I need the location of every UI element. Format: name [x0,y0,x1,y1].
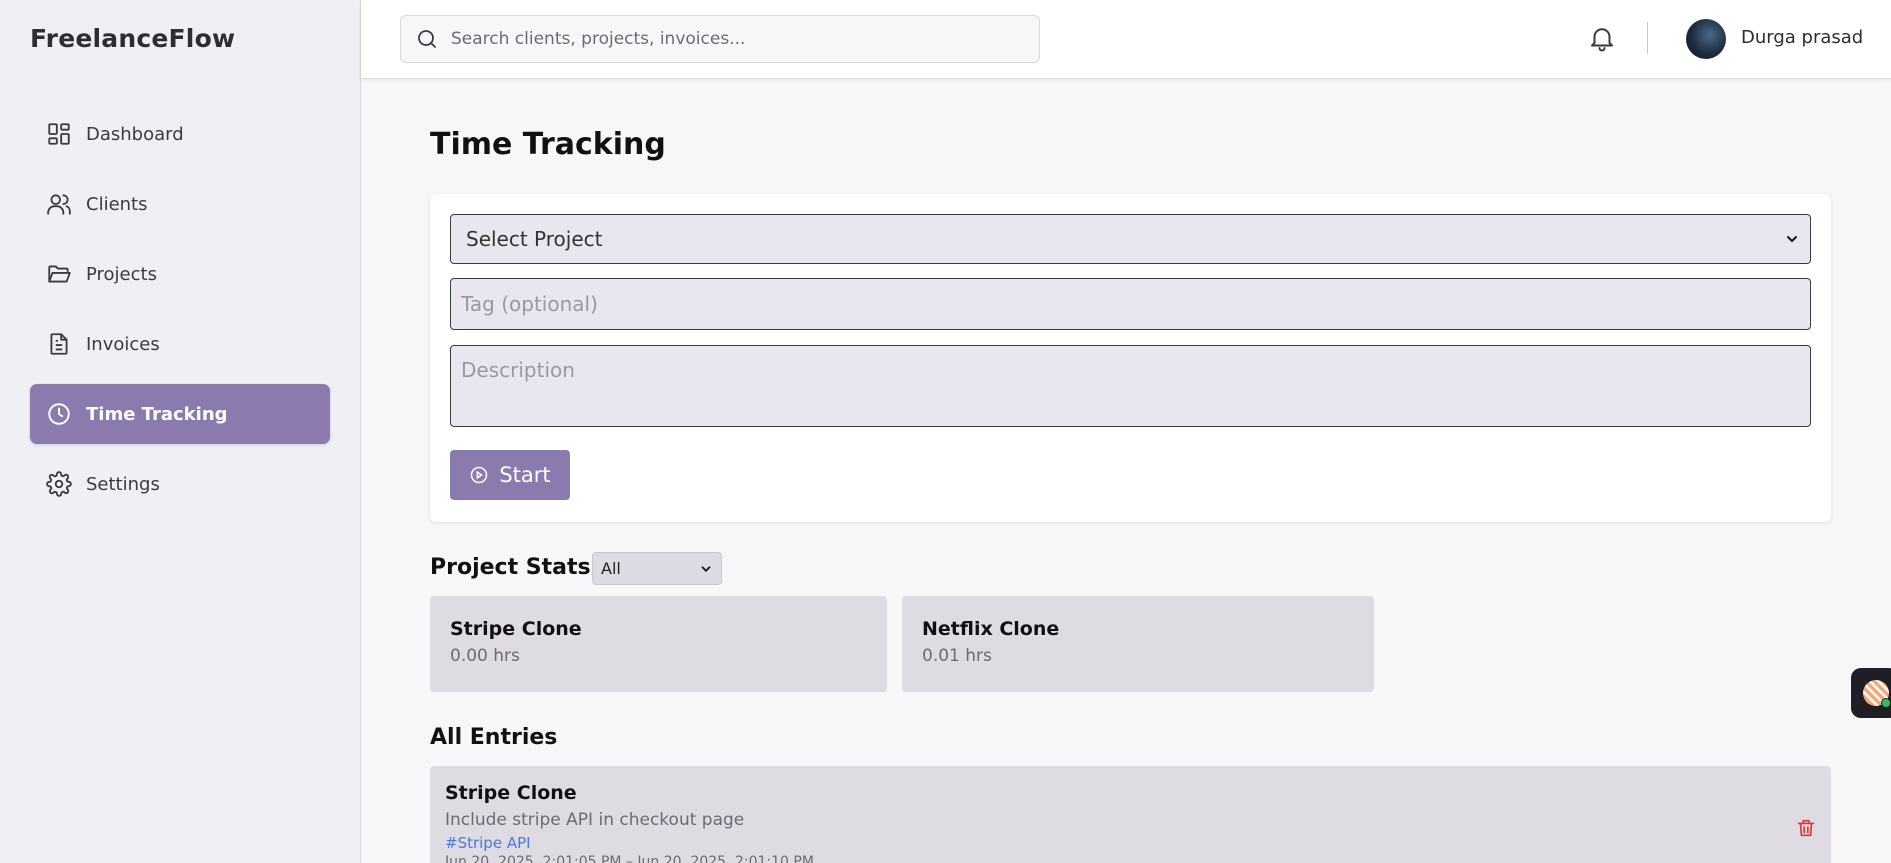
folder-icon [48,265,71,283]
search-input[interactable] [451,29,1011,49]
sidebar-item-settings[interactable]: Settings [30,454,330,514]
stats-filter-select[interactable]: All [592,552,722,585]
dashboard-icon [48,123,70,145]
entry-project-name: Stripe Clone [445,782,577,804]
online-status-dot [1881,698,1891,708]
clock-icon [48,403,70,425]
search-icon [418,30,436,48]
main-content: Time Tracking Select Project Start Proje… [361,79,1891,863]
header-divider [1647,22,1648,54]
sidebar-item-label: Dashboard [86,123,184,145]
bell-icon[interactable] [1587,22,1617,54]
chevron-down-icon [1787,236,1797,243]
sidebar-item-projects[interactable]: Projects [30,244,330,304]
sidebar-item-time-tracking[interactable]: Time Tracking [30,384,330,444]
brand-logo[interactable]: FreelanceFlow [30,24,235,53]
play-circle-icon [471,466,488,484]
description-input[interactable] [450,345,1811,427]
sidebar-item-clients[interactable]: Clients [30,174,330,234]
entry-description: Include stripe API in checkout page [445,810,745,830]
users-icon [47,194,71,215]
trash-icon[interactable] [1795,816,1817,840]
floating-assistant-button[interactable] [1851,668,1891,718]
entry-tag[interactable]: #Stripe API [445,834,1816,852]
file-icon [50,333,68,355]
sidebar-item-dashboard[interactable]: Dashboard [30,104,330,164]
tag-input[interactable] [450,278,1811,330]
user-name[interactable]: Durga prasad [1741,27,1863,48]
project-stat-card: Stripe Clone 0.00 hrs [430,596,887,692]
stat-project-hours: 0.01 hrs [922,646,992,666]
project-select[interactable]: Select Project [450,214,1811,264]
project-stats-heading: Project Stats [430,555,591,580]
time-entry-row: Stripe Clone Include stripe API in check… [430,766,1831,863]
chevron-down-icon [701,565,711,572]
sidebar-item-label: Invoices [86,333,160,355]
gear-icon [46,471,72,497]
sidebar-item-label: Clients [86,193,148,215]
project-stat-card: Netflix Clone 0.01 hrs [902,596,1374,692]
project-select-value: Select Project [466,227,603,251]
start-button[interactable]: Start [450,450,570,500]
sidebar-item-label: Settings [86,473,160,495]
sidebar-nav: Dashboard Clients Projects Invoices Time… [30,104,330,524]
stat-project-hours: 0.00 hrs [450,646,520,666]
sidebar-item-invoices[interactable]: Invoices [30,314,330,374]
all-entries-heading: All Entries [430,725,558,750]
stats-filter-value: All [601,559,621,578]
sidebar-item-label: Projects [86,263,157,285]
timer-form-card: Select Project Start [430,194,1831,522]
avatar[interactable] [1686,19,1726,59]
search-box[interactable] [400,15,1040,63]
sidebar: FreelanceFlow Dashboard Clients Projects… [0,0,361,863]
top-bar: Durga prasad [361,0,1891,79]
sidebar-item-label: Time Tracking [86,403,228,425]
entry-time-range: Jun 20, 2025, 2:01:05 PM – Jun 20, 2025,… [445,854,814,863]
stat-project-name: Netflix Clone [922,618,1060,640]
stat-project-name: Stripe Clone [450,618,582,640]
page-title: Time Tracking [430,127,666,162]
start-button-label: Start [499,463,551,487]
